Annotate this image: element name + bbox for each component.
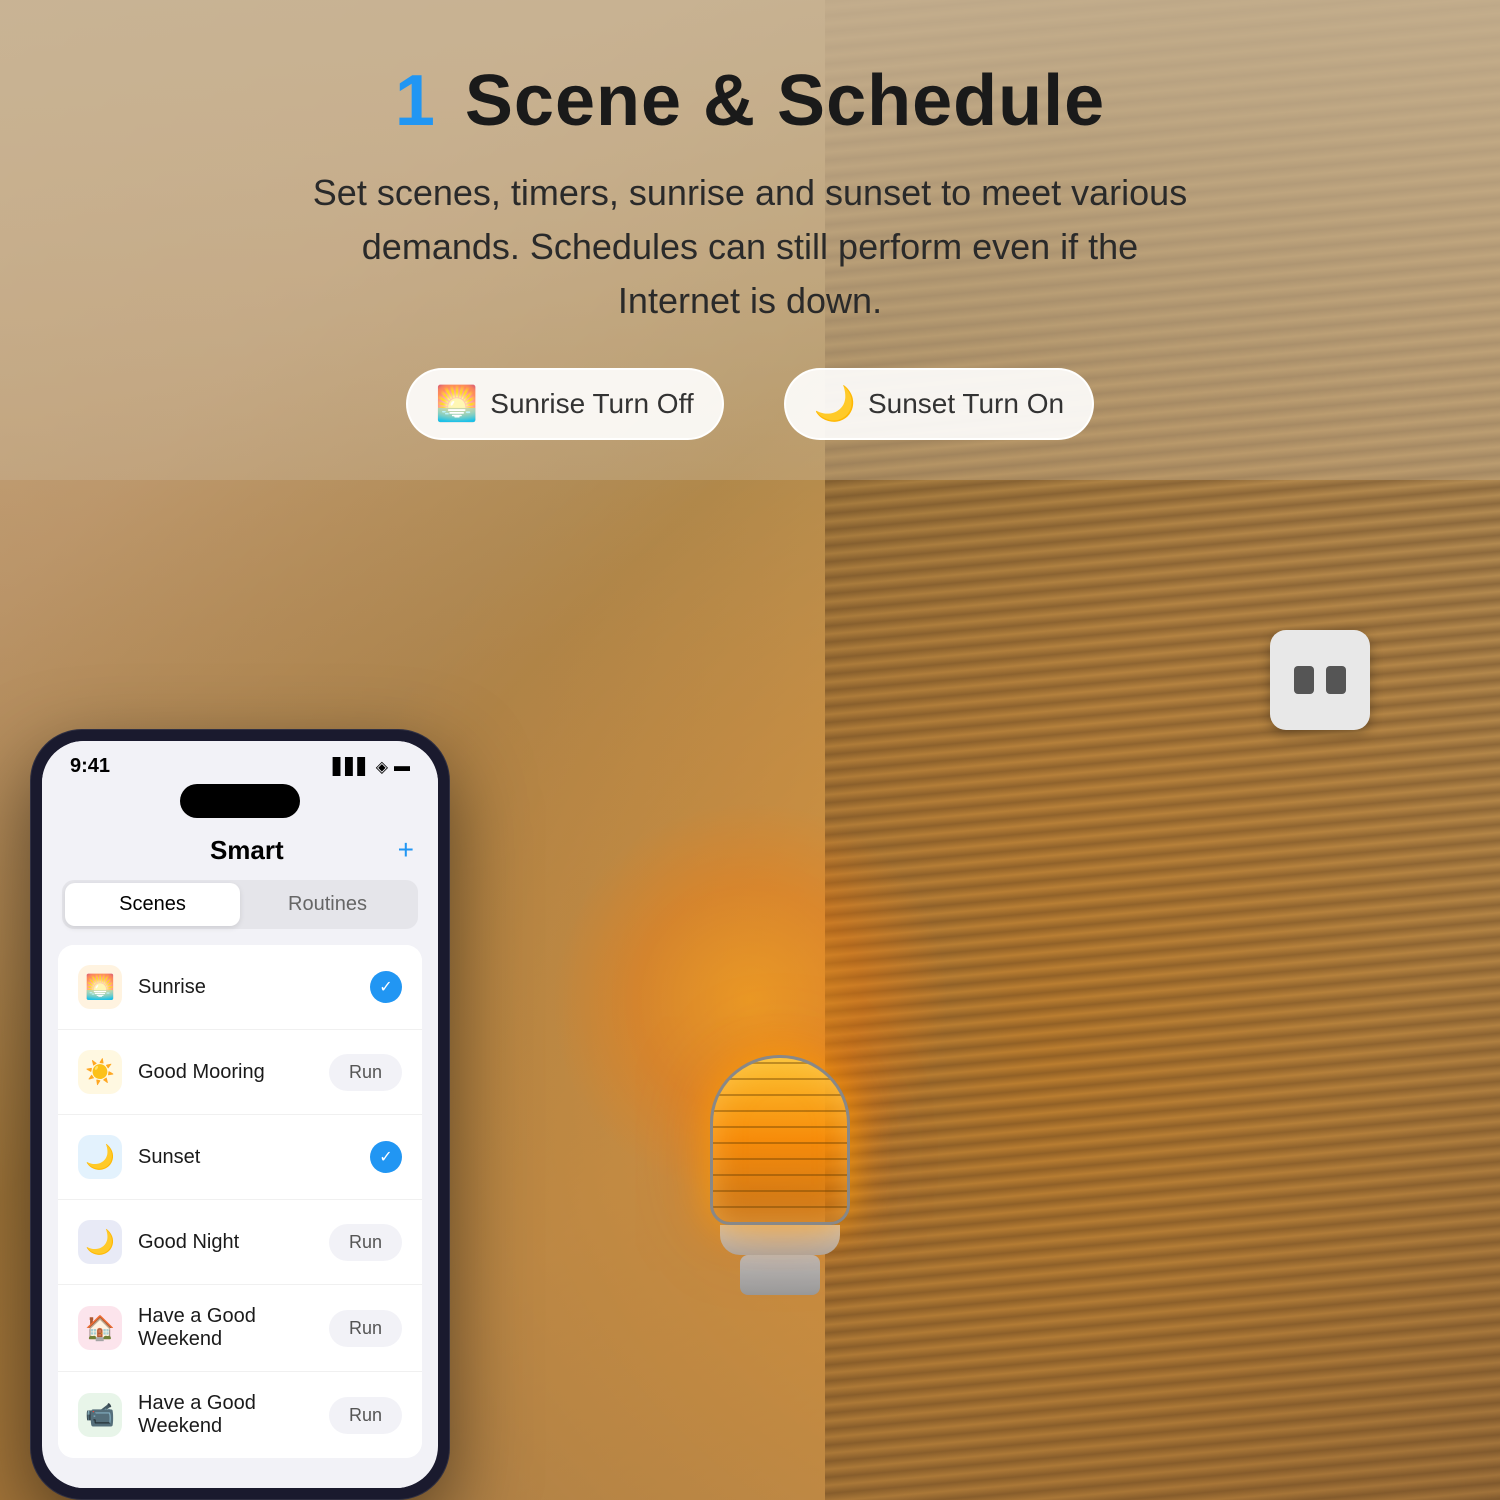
- scene-name-sunrise: Sunrise: [138, 976, 370, 999]
- sunset-pill-icon: 🌙: [814, 384, 856, 424]
- status-time: 9:41: [70, 755, 110, 778]
- scene-icon-night: 🌙: [78, 1220, 122, 1264]
- outlet-container: [1270, 630, 1380, 740]
- top-content-area: 1 Scene & Schedule Set scenes, timers, s…: [0, 0, 1500, 480]
- tab-routines[interactable]: Routines: [240, 883, 415, 926]
- schedule-pills: 🌅 Sunrise Turn Off 🌙 Sunset Turn On: [100, 368, 1400, 440]
- scene-name-weekend-1: Have a Good Weekend: [138, 1305, 329, 1351]
- scene-icon-weekend-green: 📹: [78, 1393, 122, 1437]
- add-button[interactable]: +: [398, 834, 414, 866]
- scene-name-good-mooring: Good Mooring: [138, 1061, 329, 1084]
- phone-mockup: 9:41 ▋▋▋ ◈ ▬ Smart + Scenes: [30, 729, 450, 1500]
- subtitle-text: Set scenes, timers, sunrise and sunset t…: [300, 166, 1200, 328]
- phone-outer: 9:41 ▋▋▋ ◈ ▬ Smart + Scenes: [30, 729, 450, 1500]
- sunrise-pill-label: Sunrise Turn Off: [490, 388, 693, 420]
- tab-scenes[interactable]: Scenes: [65, 883, 240, 926]
- scene-icon-sunset: 🌙: [78, 1135, 122, 1179]
- scene-item-weekend-1[interactable]: 🏠 Have a Good Weekend Run: [58, 1285, 422, 1372]
- page-title: 1 Scene & Schedule: [100, 60, 1400, 142]
- status-icons: ▋▋▋ ◈ ▬: [333, 757, 410, 777]
- title-number: 1: [395, 61, 436, 141]
- outlet-hole-right: [1326, 666, 1346, 694]
- scene-run-good-night[interactable]: Run: [329, 1224, 402, 1261]
- scene-item-sunset[interactable]: 🌙 Sunset ✓: [58, 1115, 422, 1200]
- scene-item-good-mooring[interactable]: ☀️ Good Mooring Run: [58, 1030, 422, 1115]
- lamp-cage: [710, 1055, 850, 1225]
- scene-run-weekend-2[interactable]: Run: [329, 1397, 402, 1434]
- sunset-pill-label: Sunset Turn On: [868, 388, 1064, 420]
- scene-name-good-night: Good Night: [138, 1231, 329, 1254]
- scene-name-sunset: Sunset: [138, 1146, 370, 1169]
- phone-screen: 9:41 ▋▋▋ ◈ ▬ Smart + Scenes: [42, 741, 438, 1488]
- scene-check-sunset: ✓: [370, 1141, 402, 1173]
- scene-name-weekend-2: Have a Good Weekend: [138, 1392, 329, 1438]
- scene-run-good-mooring[interactable]: Run: [329, 1054, 402, 1091]
- sunset-pill[interactable]: 🌙 Sunset Turn On: [784, 368, 1094, 440]
- outlet-hole-left: [1294, 666, 1314, 694]
- scene-item-sunrise[interactable]: 🌅 Sunrise ✓: [58, 945, 422, 1030]
- scene-icon-sunrise: 🌅: [78, 965, 122, 1009]
- power-outlet: [1270, 630, 1370, 730]
- battery-icon: ▬: [394, 758, 410, 776]
- scene-icon-weekend-red: 🏠: [78, 1306, 122, 1350]
- scene-run-weekend-1[interactable]: Run: [329, 1310, 402, 1347]
- sunrise-pill[interactable]: 🌅 Sunrise Turn Off: [406, 368, 724, 440]
- tab-scenes-label: Scenes: [119, 893, 186, 915]
- status-bar: 9:41 ▋▋▋ ◈ ▬: [42, 741, 438, 784]
- app-tabs: Scenes Routines: [62, 880, 418, 929]
- wifi-icon: ◈: [376, 757, 388, 777]
- lamp-base: [720, 1225, 840, 1255]
- title-text: Scene & Schedule: [465, 61, 1105, 141]
- outlet-holes: [1294, 666, 1346, 694]
- lamp-visual: [630, 1055, 930, 1275]
- dynamic-island: [180, 784, 300, 818]
- scene-icon-morning: ☀️: [78, 1050, 122, 1094]
- scene-list: 🌅 Sunrise ✓ ☀️ Good Mooring Run 🌙 Sunset…: [58, 945, 422, 1458]
- scene-check-sunrise: ✓: [370, 971, 402, 1003]
- lamp-stand: [740, 1255, 820, 1295]
- scene-item-good-night[interactable]: 🌙 Good Night Run: [58, 1200, 422, 1285]
- sunrise-pill-icon: 🌅: [436, 384, 478, 424]
- app-title: Smart: [96, 835, 398, 866]
- signal-icon: ▋▋▋: [333, 757, 370, 777]
- tab-routines-label: Routines: [288, 893, 367, 915]
- app-header: Smart +: [42, 826, 438, 880]
- scene-item-weekend-2[interactable]: 📹 Have a Good Weekend Run: [58, 1372, 422, 1458]
